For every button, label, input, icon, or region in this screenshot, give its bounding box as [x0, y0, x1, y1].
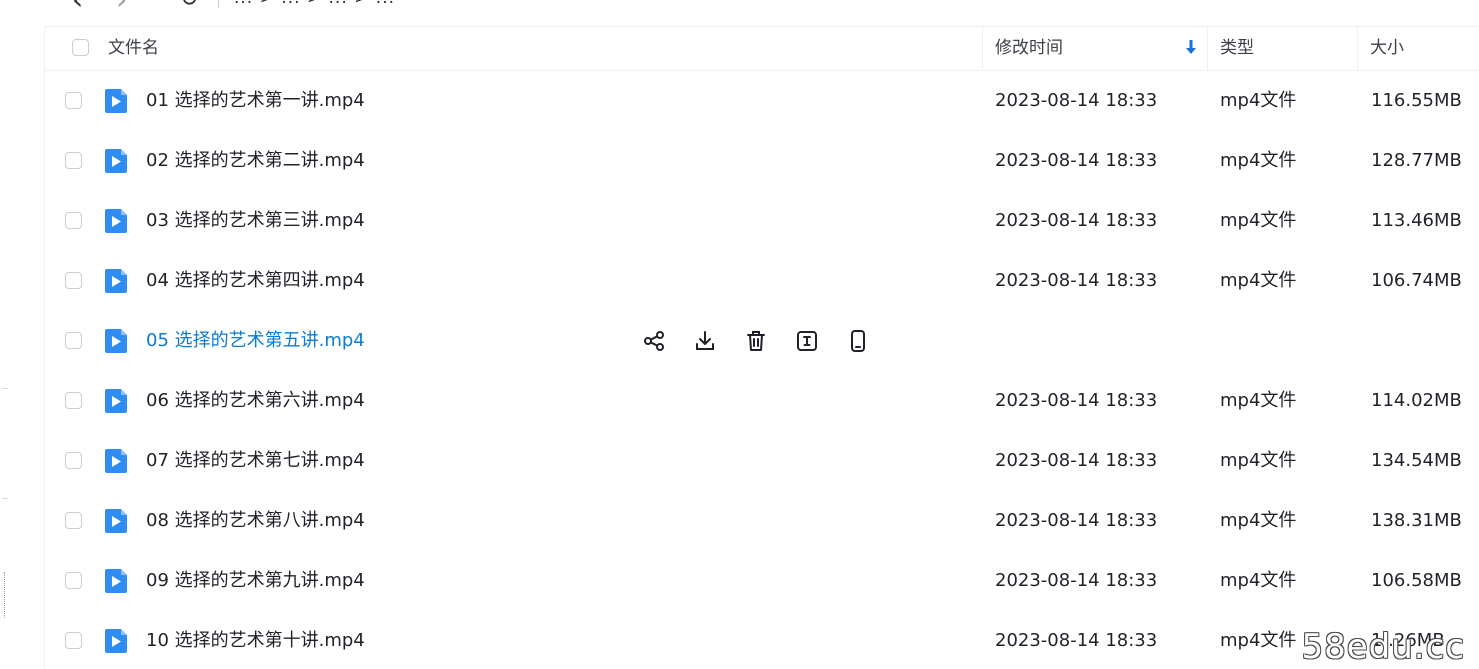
- file-name[interactable]: 05 选择的艺术第五讲.mp4: [146, 311, 365, 371]
- table-row[interactable]: 06 选择的艺术第六讲.mp4 2023-08-14 18:33 mp4文件 1…: [44, 371, 1479, 431]
- breadcrumb[interactable]: ... > ... > ... > ...: [234, 0, 395, 8]
- modified-time: 2023-08-14 18:33: [995, 270, 1158, 291]
- file-size: 106.58MB: [1371, 570, 1462, 591]
- row-checkbox[interactable]: [65, 392, 82, 409]
- file-name[interactable]: 07 选择的艺术第七讲.mp4: [146, 431, 365, 491]
- sort-descending-icon[interactable]: [1186, 38, 1196, 56]
- file-size: 113.46MB: [1371, 210, 1462, 231]
- file-name[interactable]: 02 选择的艺术第二讲.mp4: [146, 131, 365, 191]
- row-checkbox[interactable]: [65, 332, 82, 349]
- modified-time: 2023-08-14 18:33: [995, 210, 1158, 231]
- resize-handle[interactable]: [4, 572, 9, 618]
- table-row[interactable]: 10 选择的艺术第十讲.mp4 2023-08-14 18:33 mp4文件 1…: [44, 611, 1479, 669]
- navigation-bar: ‹ › ↻ ... > ... > ... > ...: [44, 0, 1479, 27]
- sidebar-divider: [2, 498, 8, 499]
- modified-time: 2023-08-14 18:33: [995, 90, 1158, 111]
- file-type: mp4文件: [1220, 150, 1297, 171]
- table-row[interactable]: 03 选择的艺术第三讲.mp4 2023-08-14 18:33 mp4文件 1…: [44, 191, 1479, 251]
- file-manager-window: ‹ › ↻ ... > ... > ... > ... 文件名 修改时间 类型 …: [0, 0, 1479, 669]
- row-checkbox[interactable]: [65, 512, 82, 529]
- file-type: mp4文件: [1220, 90, 1297, 111]
- phone-icon[interactable]: [846, 329, 870, 353]
- row-checkbox[interactable]: [65, 212, 82, 229]
- modified-time: 2023-08-14 18:33: [995, 150, 1158, 171]
- file-size: 116.55MB: [1371, 90, 1462, 111]
- forward-icon[interactable]: ›: [116, 0, 127, 14]
- video-file-icon: [105, 269, 127, 293]
- sidebar-divider: [2, 388, 8, 389]
- file-list-header: 文件名 修改时间 类型 大小: [44, 26, 1479, 71]
- share-icon[interactable]: [642, 329, 666, 353]
- file-size: 106.74MB: [1371, 270, 1462, 291]
- refresh-icon[interactable]: ↻: [180, 0, 198, 14]
- column-header-type[interactable]: 类型: [1220, 26, 1254, 70]
- file-type: mp4文件: [1220, 270, 1297, 291]
- video-file-icon: [105, 509, 127, 533]
- file-name[interactable]: 06 选择的艺术第六讲.mp4: [146, 371, 365, 431]
- file-size: 128.77MB: [1371, 150, 1462, 171]
- trash-icon[interactable]: [744, 329, 768, 353]
- file-name[interactable]: 01 选择的艺术第一讲.mp4: [146, 71, 365, 131]
- rename-icon[interactable]: [795, 329, 819, 353]
- download-icon[interactable]: [693, 329, 717, 353]
- row-checkbox[interactable]: [65, 272, 82, 289]
- modified-time: 2023-08-14 18:33: [995, 630, 1158, 651]
- row-checkbox[interactable]: [65, 572, 82, 589]
- file-type: mp4文件: [1220, 450, 1297, 471]
- column-header-name[interactable]: 文件名: [108, 26, 159, 70]
- column-header-modified[interactable]: 修改时间: [995, 26, 1063, 70]
- left-sidebar-edge: [0, 0, 45, 669]
- video-file-icon: [105, 89, 127, 113]
- column-divider[interactable]: [982, 26, 983, 70]
- file-name[interactable]: 04 选择的艺术第四讲.mp4: [146, 251, 365, 311]
- column-header-size[interactable]: 大小: [1370, 26, 1404, 70]
- column-divider[interactable]: [1207, 26, 1208, 70]
- back-icon[interactable]: ‹: [72, 0, 83, 14]
- row-checkbox[interactable]: [65, 632, 82, 649]
- modified-time: 2023-08-14 18:33: [995, 570, 1158, 591]
- table-row[interactable]: 07 选择的艺术第七讲.mp4 2023-08-14 18:33 mp4文件 1…: [44, 431, 1479, 491]
- table-row[interactable]: 04 选择的艺术第四讲.mp4 2023-08-14 18:33 mp4文件 1…: [44, 251, 1479, 311]
- file-name[interactable]: 03 选择的艺术第三讲.mp4: [146, 191, 365, 251]
- video-file-icon: [105, 209, 127, 233]
- video-file-icon: [105, 449, 127, 473]
- video-file-icon: [105, 149, 127, 173]
- file-size: 134.54MB: [1371, 450, 1462, 471]
- video-file-icon: [105, 569, 127, 593]
- row-checkbox[interactable]: [65, 92, 82, 109]
- file-type: mp4文件: [1220, 510, 1297, 531]
- table-row[interactable]: 09 选择的艺术第九讲.mp4 2023-08-14 18:33 mp4文件 1…: [44, 551, 1479, 611]
- file-type: mp4文件: [1220, 390, 1297, 411]
- modified-time: 2023-08-14 18:33: [995, 390, 1158, 411]
- watermark: 58edu.cc: [1301, 627, 1465, 667]
- table-row[interactable]: 01 选择的艺术第一讲.mp4 2023-08-14 18:33 mp4文件 1…: [44, 71, 1479, 131]
- table-row[interactable]: 05 选择的艺术第五讲.mp4: [44, 311, 1479, 371]
- file-type: mp4文件: [1220, 630, 1297, 651]
- modified-time: 2023-08-14 18:33: [995, 450, 1158, 471]
- file-size: 138.31MB: [1371, 510, 1462, 531]
- file-list: 文件名 修改时间 类型 大小 01 选择的艺术第一讲.mp4 2023-08-1…: [44, 26, 1479, 669]
- video-file-icon: [105, 389, 127, 413]
- table-row[interactable]: 02 选择的艺术第二讲.mp4 2023-08-14 18:33 mp4文件 1…: [44, 131, 1479, 191]
- modified-time: 2023-08-14 18:33: [995, 510, 1158, 531]
- file-name[interactable]: 10 选择的艺术第十讲.mp4: [146, 611, 365, 669]
- column-divider[interactable]: [1357, 26, 1358, 70]
- table-row[interactable]: 08 选择的艺术第八讲.mp4 2023-08-14 18:33 mp4文件 1…: [44, 491, 1479, 551]
- file-type: mp4文件: [1220, 210, 1297, 231]
- video-file-icon: [105, 629, 127, 653]
- file-size: 114.02MB: [1371, 390, 1462, 411]
- select-all-checkbox[interactable]: [72, 39, 89, 56]
- file-rows: 01 选择的艺术第一讲.mp4 2023-08-14 18:33 mp4文件 1…: [44, 71, 1479, 669]
- row-checkbox[interactable]: [65, 452, 82, 469]
- video-file-icon: [105, 329, 127, 353]
- file-name[interactable]: 08 选择的艺术第八讲.mp4: [146, 491, 365, 551]
- row-checkbox[interactable]: [65, 152, 82, 169]
- toolbar-divider: [218, 0, 219, 8]
- file-name[interactable]: 09 选择的艺术第九讲.mp4: [146, 551, 365, 611]
- file-type: mp4文件: [1220, 570, 1297, 591]
